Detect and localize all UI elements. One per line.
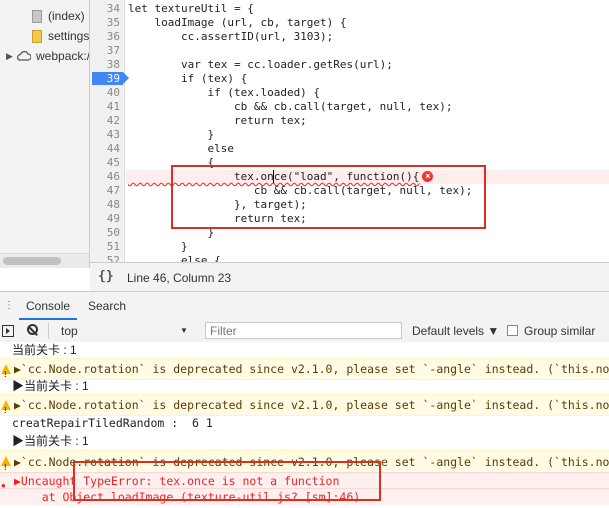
console-log[interactable]: creatRepairTiledRandom : 6 1 xyxy=(0,414,609,432)
console-message-text: 当前关卡 : 1 xyxy=(12,343,77,357)
line-number[interactable]: 43 xyxy=(90,128,120,142)
code-line: } xyxy=(128,128,215,141)
code-line: if (tex.loaded) { xyxy=(128,86,321,99)
tab-console[interactable]: Console xyxy=(19,292,78,320)
code-line: if (tex) { xyxy=(128,72,248,85)
console-log[interactable]: ▶当前关卡 : 1 xyxy=(0,432,609,450)
tree-item-label: webpack:// xyxy=(36,49,90,63)
code-line: return tex; xyxy=(128,114,307,127)
code-line: } xyxy=(128,240,188,253)
console-message-text: ▶`cc.Node.rotation` is deprecated since … xyxy=(14,362,609,376)
line-number[interactable]: 42 xyxy=(90,114,120,128)
code-line: cc.assertID(url, 3103); xyxy=(128,30,334,43)
file-tree-panel: (index) settings ▶ webpack:// xyxy=(0,0,90,268)
group-similar-label: Group similar xyxy=(524,324,596,338)
line-number[interactable]: 40 xyxy=(90,86,120,100)
console-log[interactable]: 当前关卡 : 1 xyxy=(0,342,609,358)
line-number[interactable]: 52 xyxy=(90,254,120,262)
code-line: let textureUtil = { xyxy=(128,2,254,15)
line-number[interactable]: 39 xyxy=(90,72,120,86)
sidebar-toggle-icon[interactable] xyxy=(2,325,14,337)
more-tools-icon[interactable]: ⋮ xyxy=(4,300,14,311)
warning-icon xyxy=(1,364,11,379)
line-number[interactable]: 45 xyxy=(90,156,120,170)
console-message-text: ▶`cc.Node.rotation` is deprecated since … xyxy=(14,398,609,412)
code-line: var tex = cc.loader.getRes(url); xyxy=(128,58,393,71)
warning-icon xyxy=(1,400,11,415)
line-number[interactable]: 46 xyxy=(90,170,120,184)
group-similar-checkbox[interactable] xyxy=(507,325,518,336)
line-number[interactable]: 48 xyxy=(90,198,120,212)
console-warning[interactable]: ▶`cc.Node.rotation` is deprecated since … xyxy=(0,394,609,416)
console-warning[interactable]: ▶`cc.Node.rotation` is deprecated since … xyxy=(0,358,609,380)
console-message-text: creatRepairTiledRandom : 6 1 xyxy=(12,416,213,430)
cursor-position: Line 46, Column 23 xyxy=(127,271,232,285)
tab-search[interactable]: Search xyxy=(88,292,126,320)
code-line: loadImage (url, cb, target) { xyxy=(128,16,347,29)
chevron-right-icon[interactable]: ▶ xyxy=(6,46,13,66)
levels-dropdown[interactable]: Default levels ▼ xyxy=(412,320,499,342)
pretty-print-icon[interactable]: {} xyxy=(98,269,114,284)
line-number-gutter[interactable]: 34 35 36 37 38 39 40 41 42 43 44 45 46 47 48 49 50 51 52 xyxy=(90,0,129,262)
line-number[interactable]: 51 xyxy=(90,240,120,254)
line-number[interactable]: 41 xyxy=(90,100,120,114)
filter-input[interactable] xyxy=(205,322,402,339)
file-icon xyxy=(32,10,42,23)
line-number[interactable]: 50 xyxy=(90,226,120,240)
tree-item-label: settings xyxy=(48,29,90,43)
console-message-text: ▶当前关卡 : 1 xyxy=(12,379,89,393)
clear-console-icon[interactable] xyxy=(27,324,38,335)
folder-icon xyxy=(32,30,42,43)
line-number[interactable]: 44 xyxy=(90,142,120,156)
line-number[interactable]: 47 xyxy=(90,184,120,198)
line-number[interactable]: 34 xyxy=(90,2,120,16)
chevron-down-icon[interactable]: ▼ xyxy=(180,326,188,335)
tree-item-label: (index) xyxy=(48,9,85,23)
annotation-box-code xyxy=(171,165,486,229)
warning-icon xyxy=(1,456,11,473)
toolbar-divider xyxy=(48,323,49,339)
code-line: else xyxy=(128,142,234,155)
console-toolbar: top ▼ Default levels ▼ Group similar xyxy=(0,320,609,343)
line-number[interactable]: 36 xyxy=(90,30,120,44)
drawer-tab-bar: ⋮ Console Search xyxy=(0,291,609,321)
console-log[interactable]: ▶当前关卡 : 1 xyxy=(0,378,609,394)
horizontal-scrollbar[interactable] xyxy=(0,253,89,268)
line-number[interactable]: 49 xyxy=(90,212,120,226)
console-message-text: ▶当前关卡 : 1 xyxy=(12,434,89,448)
scrollbar-thumb[interactable] xyxy=(3,257,61,265)
code-line: else { xyxy=(128,254,221,262)
annotation-box-error xyxy=(73,461,381,501)
context-selector[interactable]: top xyxy=(61,320,78,342)
line-number[interactable]: 38 xyxy=(90,58,120,72)
cloud-icon xyxy=(17,51,31,61)
line-number[interactable]: 35 xyxy=(90,16,120,30)
code-line: cb && cb.call(target, null, tex); xyxy=(128,100,453,113)
editor-status-bar: {} Line 46, Column 23 xyxy=(90,262,609,291)
line-number[interactable]: 37 xyxy=(90,44,120,58)
